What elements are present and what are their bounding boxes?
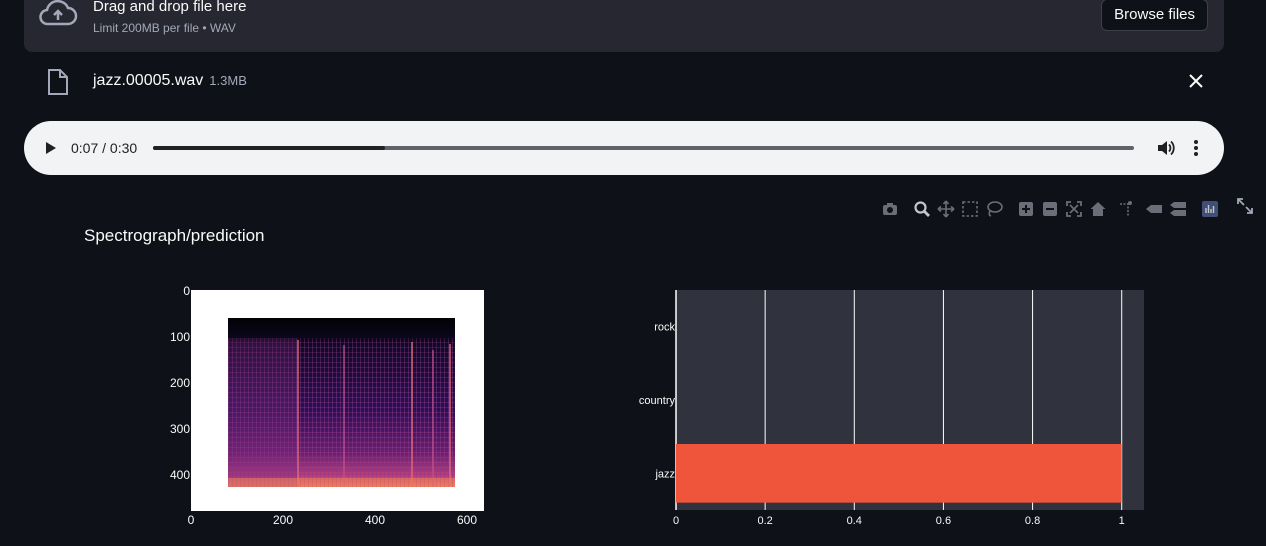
y-tick-label-jazz: jazz xyxy=(654,468,675,480)
x-tick-label: 0.4 xyxy=(847,515,862,527)
image-x-tick-label: 200 xyxy=(273,513,293,527)
figure-canvas: 0 200 400 600 0 100 200 300 400 0 0.2 0.4 0… xyxy=(170,284,1144,527)
y-tick-label-country: country xyxy=(639,395,676,407)
image-x-ticks: 0 200 400 600 xyxy=(188,513,478,527)
image-y-tick-label: 400 xyxy=(170,468,190,482)
image-x-tick-label: 600 xyxy=(457,513,477,527)
spectrogram-panel: 0 200 400 600 0 100 200 300 400 xyxy=(170,284,484,527)
spectrogram-image xyxy=(228,318,455,487)
y-tick-label-rock: rock xyxy=(654,322,675,334)
image-y-tick-label: 100 xyxy=(170,330,190,344)
x-tick-label: 1 xyxy=(1119,515,1125,527)
image-x-tick-label: 0 xyxy=(188,513,195,527)
x-tick-label: 0.8 xyxy=(1025,515,1040,527)
x-tick-label: 0.6 xyxy=(936,515,951,527)
image-x-tick-label: 400 xyxy=(365,513,385,527)
image-y-tick-label: 200 xyxy=(170,376,190,390)
image-y-tick-label: 0 xyxy=(183,284,190,298)
bar-jazz xyxy=(676,444,1122,503)
x-tick-label: 0.2 xyxy=(757,515,772,527)
image-y-tick-label: 300 xyxy=(170,422,190,436)
prediction-bar-chart: 0 0.2 0.4 0.6 0.8 1 jazz country rock xyxy=(639,290,1144,527)
x-tick-label: 0 xyxy=(673,515,679,527)
image-y-ticks: 0 100 200 300 400 xyxy=(170,284,190,482)
